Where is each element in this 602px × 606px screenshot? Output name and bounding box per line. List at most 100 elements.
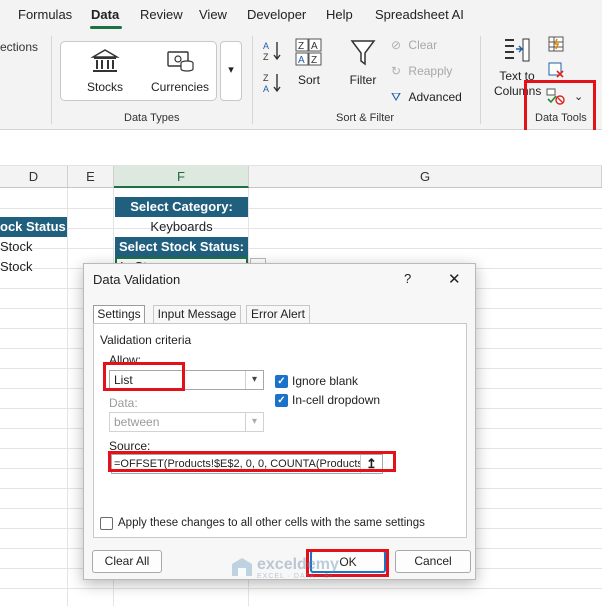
cell-d-row2[interactable]: Stock xyxy=(0,257,67,277)
cell-d-row1[interactable]: Stock xyxy=(0,237,67,257)
active-tab-indicator xyxy=(90,26,122,29)
gridline xyxy=(0,228,602,229)
currency-icon xyxy=(167,51,194,72)
sort-descending-button[interactable]: Z A xyxy=(262,72,284,97)
ribbon: ections Stocks Currencies ▾ Data Types A… xyxy=(0,30,602,130)
advanced-filter-icon: ⛛ xyxy=(391,90,402,104)
svg-text:Z: Z xyxy=(263,73,269,83)
reapply-label: Reapply xyxy=(408,64,453,78)
data-select[interactable]: between ▾ xyxy=(109,412,264,432)
column-header-d[interactable]: D xyxy=(0,166,68,188)
sort-za-icon: Z A xyxy=(263,73,281,94)
apply-all-label: Apply these changes to all other cells w… xyxy=(118,517,425,529)
gridline xyxy=(67,188,68,606)
ignore-blank-checkbox[interactable]: ✓ xyxy=(275,375,288,388)
tab-help[interactable]: Help xyxy=(326,7,353,22)
cell-f-select-category[interactable]: Select Category: xyxy=(115,197,248,217)
svg-text:A: A xyxy=(298,55,305,66)
sort-ascending-button[interactable]: A Z xyxy=(262,40,284,65)
sort-button[interactable]: Z A A Z Sort xyxy=(294,38,324,87)
sort-label: Sort xyxy=(297,73,320,87)
ignore-blank-label: Ignore blank xyxy=(292,374,359,388)
text-to-columns-icon xyxy=(505,38,530,62)
data-types-dropdown[interactable]: ▾ xyxy=(220,41,242,101)
tab-settings[interactable]: Settings xyxy=(93,305,145,323)
stocks-button[interactable]: Stocks xyxy=(75,48,135,94)
watermark-tagline: EXCEL · DATA · BI xyxy=(257,572,333,580)
svg-text:Z: Z xyxy=(263,52,269,62)
in-cell-dropdown-checkbox[interactable]: ✓ xyxy=(275,394,288,407)
chevron-down-icon: ▾ xyxy=(245,413,263,431)
chevron-down-icon: ▾ xyxy=(228,64,234,76)
advanced-label: Advanced xyxy=(408,90,462,104)
gridline xyxy=(0,248,602,249)
ribbon-separator xyxy=(480,36,481,124)
data-types-gallery: Stocks Currencies xyxy=(60,41,217,101)
column-header-f[interactable]: F xyxy=(114,166,249,188)
tab-input-message[interactable]: Input Message xyxy=(153,305,241,323)
data-value: between xyxy=(114,415,160,429)
flash-fill-icon xyxy=(548,36,564,52)
data-label: Data: xyxy=(109,396,138,410)
settings-panel: Validation criteria Allow: List ▾ Data: … xyxy=(93,323,467,538)
watermark-name: exceldemy xyxy=(257,555,339,573)
tab-spreadsheet-ai[interactable]: Spreadsheet AI xyxy=(375,7,464,22)
tab-view[interactable]: View xyxy=(199,7,227,22)
gridline xyxy=(0,208,602,209)
bank-icon xyxy=(90,49,120,72)
clear-filter-icon: ⊘ xyxy=(391,38,402,52)
filter-label: Filter xyxy=(349,73,377,87)
queries-connections-partial[interactable]: ections xyxy=(0,40,38,54)
stocks-label: Stocks xyxy=(86,80,123,94)
ribbon-separator xyxy=(51,36,52,124)
tab-formulas[interactable]: Formulas xyxy=(18,7,72,22)
ribbon-separator xyxy=(252,36,253,124)
remove-duplicates-icon xyxy=(548,62,564,78)
filter-icon xyxy=(350,40,376,66)
sort-filter-group-label: Sort & Filter xyxy=(336,112,395,124)
flash-fill-button[interactable] xyxy=(548,36,564,55)
remove-duplicates-button[interactable] xyxy=(548,62,564,81)
validation-criteria-heading: Validation criteria xyxy=(100,333,192,347)
allow-highlight xyxy=(103,362,185,391)
column-header-e[interactable]: E xyxy=(68,166,114,188)
help-icon[interactable]: ? xyxy=(404,271,411,286)
filter-button[interactable]: Filter xyxy=(346,38,380,87)
clear-label: Clear xyxy=(408,38,438,52)
watermark-logo: exceldemy EXCEL · DATA · BI xyxy=(230,556,339,580)
tab-error-alert[interactable]: Error Alert xyxy=(246,305,310,323)
reapply-icon: ↻ xyxy=(391,64,402,78)
gridline xyxy=(0,588,602,589)
formula-bar-area xyxy=(0,130,602,166)
clear-all-button[interactable]: Clear All xyxy=(92,550,162,573)
cell-f-category-value[interactable]: Keyboards xyxy=(115,217,248,237)
close-icon[interactable]: ✕ xyxy=(448,270,461,288)
cell-d-stock-status-header[interactable]: ock Status xyxy=(0,217,67,237)
exceldemy-logo-icon xyxy=(232,558,252,576)
data-types-group-label: Data Types xyxy=(124,112,180,124)
ribbon-tab-bar: Formulas Data Review View Developer Help… xyxy=(0,0,602,30)
currencies-button[interactable]: Currencies xyxy=(143,48,217,94)
dialog-title: Data Validation xyxy=(93,272,181,287)
svg-text:A: A xyxy=(263,84,269,94)
data-validation-dialog: Data Validation ? ✕ Settings Input Messa… xyxy=(83,263,476,580)
clear-filter-button[interactable]: ⊘ Clear xyxy=(391,38,437,52)
reapply-button[interactable]: ↻ Reapply xyxy=(391,64,452,78)
source-highlight xyxy=(108,451,396,472)
cancel-button[interactable]: Cancel xyxy=(395,550,471,573)
svg-text:Z: Z xyxy=(311,55,317,66)
currencies-label: Currencies xyxy=(150,80,210,94)
svg-text:A: A xyxy=(311,41,318,52)
column-header-g[interactable]: G xyxy=(249,166,602,188)
advanced-filter-button[interactable]: ⛛ Advanced xyxy=(391,90,462,105)
chevron-down-icon: ▾ xyxy=(245,371,263,389)
in-cell-dropdown-label: In-cell dropdown xyxy=(292,393,381,407)
tab-review[interactable]: Review xyxy=(140,7,183,22)
sort-dialog-icon: Z A A Z xyxy=(295,38,322,66)
apply-all-checkbox[interactable] xyxy=(100,517,113,530)
svg-text:Z: Z xyxy=(298,41,304,52)
sort-az-icon: A Z xyxy=(263,41,281,62)
tab-data[interactable]: Data xyxy=(91,7,119,22)
cell-f-select-stock-status[interactable]: Select Stock Status: xyxy=(115,237,248,257)
tab-developer[interactable]: Developer xyxy=(247,7,306,22)
